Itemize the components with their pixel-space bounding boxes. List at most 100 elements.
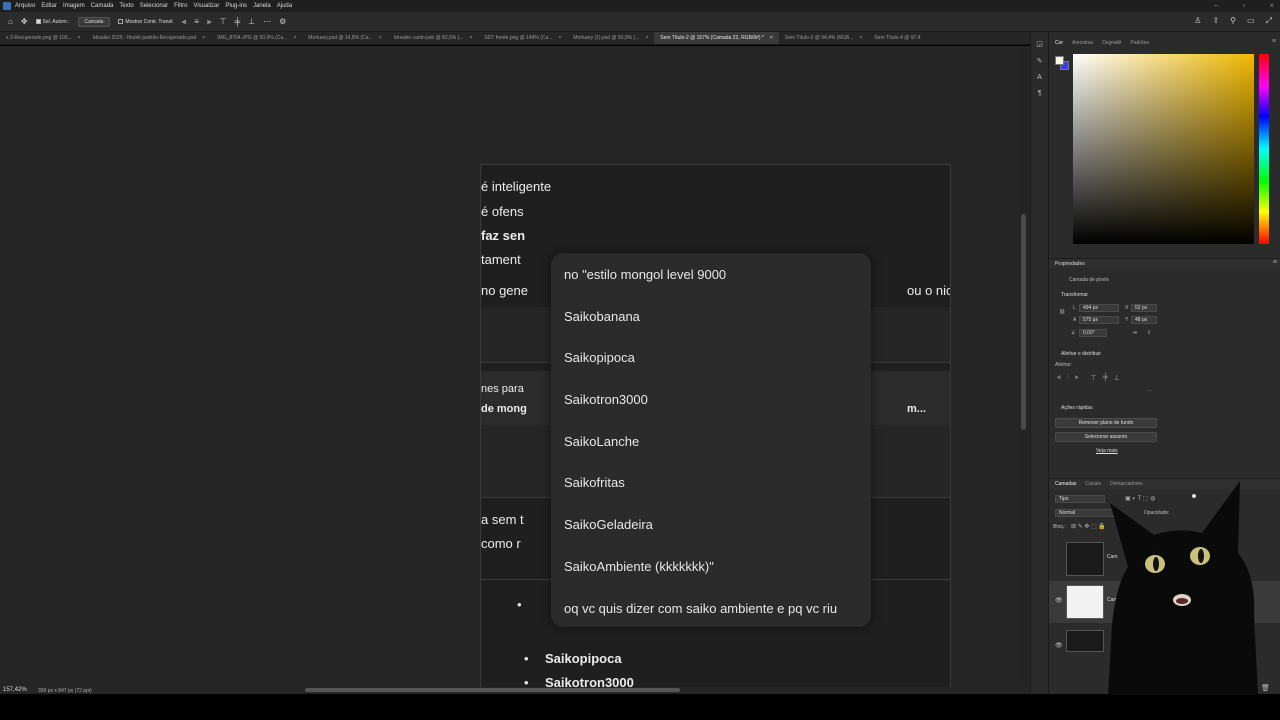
angle-field[interactable]: 0,00°: [1079, 329, 1107, 337]
align-right-edges-icon[interactable]: ⫸: [1075, 374, 1079, 382]
align-bottom-icon[interactable]: ⊥: [248, 17, 255, 26]
remove-background-button[interactable]: Remover plano de fundo: [1055, 418, 1157, 428]
tab-close-icon[interactable]: ×: [293, 35, 296, 41]
menu-camada[interactable]: Camada: [91, 3, 114, 9]
popup-option[interactable]: SaikoGeladeira: [564, 517, 871, 559]
align-left-edges-icon[interactable]: ⫷: [1057, 374, 1061, 382]
align-v-centers-icon[interactable]: ╪: [1103, 374, 1108, 382]
align-section[interactable]: Alinhar e distribuir: [1061, 351, 1101, 357]
canvas-area[interactable]: é inteligente é ofens faz sen tament no …: [0, 46, 1030, 687]
tab-camadas[interactable]: Camadas: [1055, 481, 1076, 488]
tab-doc-10[interactable]: Sem Título-4 @ 97,4: [868, 32, 926, 44]
y-field[interactable]: 48 px: [1131, 316, 1157, 324]
popup-option[interactable]: Saikobanana: [564, 309, 871, 351]
maximize-icon[interactable]: ▫: [1242, 1, 1245, 10]
minimize-icon[interactable]: –: [1214, 1, 1218, 10]
layer-select-dropdown[interactable]: Camada: [77, 16, 111, 27]
zoom-level[interactable]: 157,42%: [3, 687, 27, 693]
eye-icon[interactable]: 👁: [1055, 597, 1063, 604]
tab-doc-3[interactable]: IMG_8704.JPG @ 93,9% (Ca... ×: [211, 32, 302, 44]
tab-amostras[interactable]: Amostras: [1072, 40, 1093, 48]
align-right-icon[interactable]: ⫸: [207, 17, 212, 27]
paragraph-icon[interactable]: ¶: [1038, 90, 1042, 97]
workspace-icon[interactable]: ▭: [1247, 16, 1255, 26]
more-icon[interactable]: ⋯: [1147, 388, 1152, 394]
more-options-icon[interactable]: ⋯: [263, 17, 271, 26]
menu-filtro[interactable]: Filtro: [174, 3, 187, 9]
tab-close-icon[interactable]: ×: [469, 35, 472, 41]
menu-plugins[interactable]: Plug-ins: [225, 3, 247, 9]
popup-option[interactable]: Saikopipoca: [564, 350, 871, 392]
show-transform-checkbox[interactable]: Mostrar Contr. Transf.: [118, 19, 174, 25]
x-field[interactable]: 52 px: [1131, 304, 1157, 312]
align-top-edges-icon[interactable]: ⊤: [1091, 374, 1097, 382]
menu-texto[interactable]: Texto: [119, 3, 133, 9]
history-icon[interactable]: ◲: [1036, 40, 1043, 48]
flip-vertical-icon[interactable]: ⇳: [1147, 330, 1151, 336]
align-center-icon[interactable]: ≡: [194, 17, 199, 26]
tab-doc-8-active[interactable]: Sem Título-2 @ 157% (Camada 22, RGB/8#) …: [654, 32, 779, 44]
popup-option[interactable]: no "estilo mongol level 9000: [564, 267, 871, 309]
menu-imagem[interactable]: Imagem: [63, 3, 85, 9]
link-icon[interactable]: ⛓: [1059, 309, 1065, 315]
tab-close-icon[interactable]: ×: [202, 35, 205, 41]
character-icon[interactable]: A: [1037, 74, 1042, 81]
tab-close-icon[interactable]: ×: [859, 35, 862, 41]
transform-section[interactable]: Transformar: [1061, 292, 1088, 298]
tab-doc-1[interactable]: x 3-Recuperado.png @ 100... ×: [0, 32, 87, 44]
align-bottom-edges-icon[interactable]: ⊥: [1114, 374, 1120, 382]
menu-selecionar[interactable]: Selecionar: [140, 3, 168, 9]
color-picker-field[interactable]: [1073, 54, 1254, 244]
close-icon[interactable]: ×: [1269, 1, 1274, 10]
align-h-centers-icon[interactable]: ⫶: [1067, 374, 1069, 382]
tab-close-icon[interactable]: ×: [379, 35, 382, 41]
gear-icon[interactable]: ⚙: [279, 17, 286, 26]
height-field[interactable]: 575 px: [1079, 316, 1119, 324]
tab-doc-5[interactable]: Idrsaiko canto.psb @ 82,6% (... ×: [388, 32, 479, 44]
popup-option[interactable]: SaikoLanche: [564, 434, 871, 476]
quick-actions-section[interactable]: Ações rápidas: [1061, 405, 1093, 411]
tab-close-icon[interactable]: ×: [78, 35, 81, 41]
tab-doc-9[interactable]: Sem Título-3 @ 94,4% (RGB... ×: [779, 32, 869, 44]
auto-select-checkbox[interactable]: Sel. Autom.:: [35, 19, 70, 25]
tab-close-icon[interactable]: ×: [645, 35, 648, 41]
flip-horizontal-icon[interactable]: ⇹: [1133, 330, 1137, 336]
tab-close-icon[interactable]: ×: [770, 35, 773, 41]
popup-option[interactable]: Saikotron3000: [564, 392, 871, 434]
tab-degrade[interactable]: Degradê: [1102, 40, 1121, 48]
menu-editar[interactable]: Editar: [41, 3, 57, 9]
eye-icon[interactable]: 👁: [1055, 642, 1063, 649]
width-field[interactable]: 494 px: [1079, 304, 1119, 312]
popup-option[interactable]: SaikoAmbiente (kkkkkkk)": [564, 559, 871, 601]
align-middle-icon[interactable]: ╪: [234, 17, 240, 26]
tab-cor[interactable]: Cor: [1055, 40, 1063, 48]
tab-close-icon[interactable]: ×: [558, 35, 561, 41]
popup-option[interactable]: Saikofritas: [564, 475, 871, 517]
scroll-thumb[interactable]: [1021, 214, 1026, 430]
select-subject-button[interactable]: Selecionar assunto: [1055, 432, 1157, 442]
doc-info[interactable]: 399 px x 847 px (72 ppi): [38, 688, 92, 694]
tab-doc-7[interactable]: Mortuary (1).psd @ 50,9% (... ×: [567, 32, 654, 44]
align-left-icon[interactable]: ⫷: [182, 17, 187, 27]
home-icon[interactable]: ⌂: [8, 17, 13, 26]
menu-janela[interactable]: Janela: [253, 3, 271, 9]
tab-doc-6[interactable]: SDT frente.png @ 149% (Ca... ×: [478, 32, 567, 44]
align-top-icon[interactable]: ⊤: [219, 17, 226, 26]
menu-visualizar[interactable]: Visualizar: [193, 3, 219, 9]
brush-settings-icon[interactable]: ✎: [1037, 57, 1043, 65]
see-more-link[interactable]: Veja mais: [1096, 448, 1118, 454]
expand-icon[interactable]: ⤢: [1266, 16, 1272, 26]
tab-doc-4[interactable]: Mortuary.psd @ 14,8% (Ca... ×: [302, 32, 387, 44]
share-icon[interactable]: ⇪: [1212, 16, 1219, 26]
menu-ajuda[interactable]: Ajuda: [277, 3, 292, 9]
panel-menu-icon[interactable]: ≡: [1273, 259, 1277, 266]
tab-doc-2[interactable]: Idrsaiko 2025 - thumb padrão-Recuperado.…: [87, 32, 212, 44]
learn-icon[interactable]: ♙: [1194, 16, 1201, 26]
tab-padroes[interactable]: Padrões: [1130, 40, 1149, 48]
vertical-scrollbar[interactable]: [1020, 46, 1028, 687]
move-tool-icon[interactable]: ✥: [21, 17, 28, 26]
search-icon[interactable]: ⚲: [1230, 16, 1236, 26]
popup-option[interactable]: oq vc quis dizer com saiko ambiente e pq…: [564, 601, 871, 643]
panel-menu-icon[interactable]: ≡: [1272, 38, 1276, 45]
menu-arquivo[interactable]: Arquivo: [15, 3, 35, 9]
